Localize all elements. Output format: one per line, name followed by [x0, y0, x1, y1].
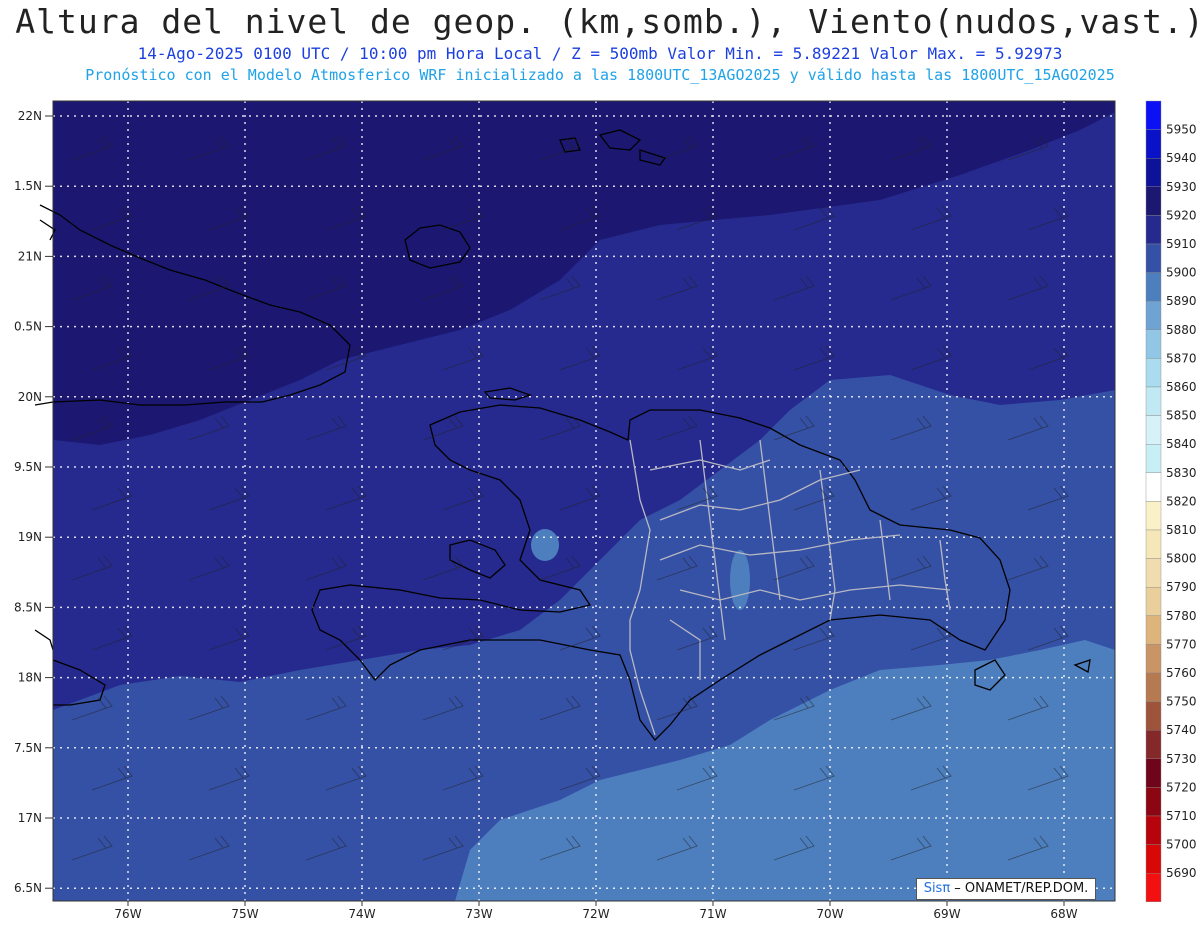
- legend-swatch: [1145, 558, 1162, 588]
- legend-label: 5790: [1166, 580, 1197, 594]
- legend-swatch: [1145, 501, 1162, 531]
- longitude-labels: 76W 75W 74W 73W 72W 71W 70W 69W 68W: [114, 901, 1078, 921]
- valid-time-subtitle: 14-Ago-2025 0100 UTC / 10:00 pm Hora Loc…: [137, 44, 1063, 63]
- lat-label: 18N: [18, 671, 42, 685]
- credit-box: Sisπ – ONAMET/REP.DOM.: [916, 878, 1096, 900]
- lat-label: 0.5N: [14, 320, 42, 334]
- legend-label: 5950: [1166, 123, 1197, 137]
- legend-label: 5740: [1166, 723, 1197, 737]
- legend-swatch: [1145, 472, 1162, 502]
- legend-label: 5860: [1166, 380, 1197, 394]
- lon-label: 73W: [465, 907, 492, 921]
- legend-swatch: [1145, 415, 1162, 445]
- lon-label: 72W: [582, 907, 609, 921]
- legend-label: 5940: [1166, 151, 1197, 165]
- lon-label: 70W: [816, 907, 843, 921]
- lon-label: 69W: [933, 907, 960, 921]
- lat-label: 9.5N: [14, 460, 42, 474]
- legend-swatch: [1145, 587, 1162, 617]
- legend-label: 5900: [1166, 266, 1197, 280]
- legend-label: 5710: [1166, 809, 1197, 823]
- lat-label: 20N: [18, 390, 42, 404]
- lat-label: 22N: [18, 109, 42, 123]
- lon-label: 75W: [231, 907, 258, 921]
- credit-text: – ONAMET/REP.DOM.: [950, 881, 1089, 896]
- lon-label: 71W: [699, 907, 726, 921]
- lat-label: 8.5N: [14, 600, 42, 614]
- lon-label: 74W: [348, 907, 375, 921]
- legend-swatch: [1145, 129, 1162, 159]
- map-title: Altura del nivel de geop. (km,somb.), Vi…: [15, 2, 1200, 41]
- legend-swatch: [1145, 758, 1162, 788]
- lat-label: 21N: [18, 249, 42, 263]
- legend-swatch: [1145, 444, 1162, 474]
- legend-label: 5760: [1166, 666, 1197, 680]
- lon-label: 68W: [1050, 907, 1077, 921]
- legend-swatch: [1145, 730, 1162, 760]
- legend-label: 5730: [1166, 752, 1197, 766]
- legend-label: 5930: [1166, 180, 1197, 194]
- legend-label: 5890: [1166, 294, 1197, 308]
- color-legend: 5950 5940 5930 5920 5910 5900 5890 5880 5870 5860…: [1145, 100, 1197, 903]
- legend-label: 5720: [1166, 780, 1197, 794]
- legend-label: 5750: [1166, 695, 1197, 709]
- legend-swatch: [1145, 615, 1162, 645]
- lon-label: 76W: [114, 907, 141, 921]
- legend-label: 5700: [1166, 838, 1197, 852]
- legend-swatch: [1145, 358, 1162, 388]
- lat-label: 19N: [18, 530, 42, 544]
- legend-swatch: [1145, 529, 1162, 559]
- legend-swatch: [1145, 215, 1162, 245]
- sis-logo-text: Sisπ: [923, 881, 951, 896]
- legend-swatch: [1145, 329, 1162, 359]
- legend-label: 5690: [1166, 866, 1197, 880]
- legend-swatch: [1145, 301, 1162, 331]
- legend-swatch: [1145, 844, 1162, 874]
- legend-label: 5770: [1166, 637, 1197, 651]
- legend-swatch: [1145, 100, 1162, 130]
- legend-label: 5870: [1166, 351, 1197, 365]
- legend-label: 5910: [1166, 237, 1197, 251]
- legend-label: 5830: [1166, 466, 1197, 480]
- legend-swatch: [1145, 873, 1162, 903]
- legend-swatch: [1145, 787, 1162, 817]
- legend-swatch: [1145, 672, 1162, 702]
- lat-label: 17N: [18, 811, 42, 825]
- legend-swatch: [1145, 186, 1162, 216]
- legend-label: 5850: [1166, 409, 1197, 423]
- lat-label: 6.5N: [14, 881, 42, 895]
- lat-label: 1.5N: [14, 179, 42, 193]
- legend-label: 5820: [1166, 494, 1197, 508]
- legend-label: 5810: [1166, 523, 1197, 537]
- model-description: Pronóstico con el Modelo Atmosferico WRF…: [85, 66, 1115, 84]
- latitude-labels: 22N 1.5N 21N 0.5N 20N 9.5N 19N 8.5N 18N 7.5N 17N 6.…: [14, 109, 53, 895]
- legend-label: 5840: [1166, 437, 1197, 451]
- geopotential-map: 22N 1.5N 21N 0.5N 20N 9.5N 19N 8.5N 18N 7.5N 17N 6.…: [14, 100, 1197, 921]
- legend-swatch: [1145, 386, 1162, 416]
- legend-label: 5800: [1166, 552, 1197, 566]
- legend-label: 5780: [1166, 609, 1197, 623]
- legend-swatch: [1145, 644, 1162, 674]
- legend-swatch: [1145, 701, 1162, 731]
- legend-swatch: [1145, 157, 1162, 187]
- legend-swatch: [1145, 272, 1162, 302]
- lat-label: 7.5N: [14, 741, 42, 755]
- legend-swatch: [1145, 815, 1162, 845]
- legend-label: 5880: [1166, 323, 1197, 337]
- geopotential-shading: [53, 101, 1115, 901]
- legend-swatch: [1145, 243, 1162, 273]
- legend-label: 5920: [1166, 208, 1197, 222]
